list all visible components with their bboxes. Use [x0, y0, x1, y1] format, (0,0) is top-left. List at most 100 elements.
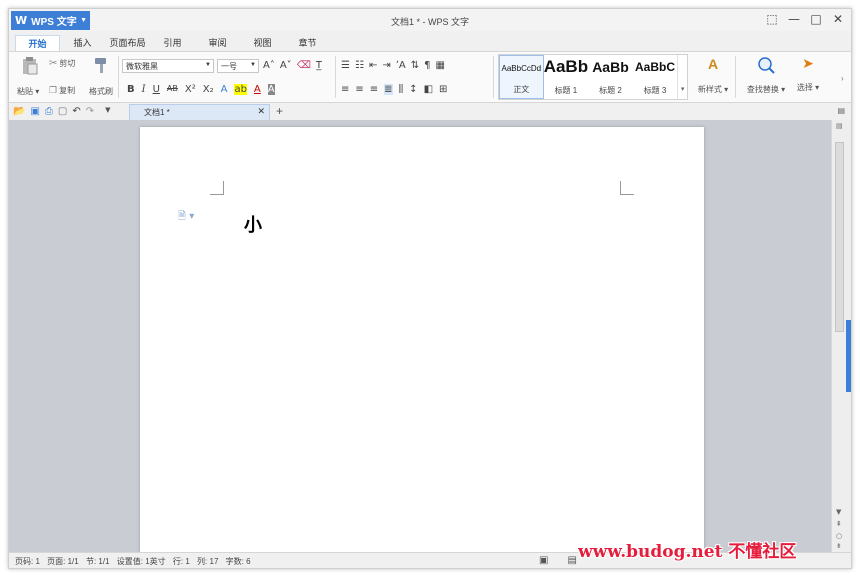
- prev-page-icon[interactable]: ⇞: [836, 520, 842, 528]
- document-workspace: 🗎 ▾ 小: [9, 120, 831, 552]
- document-page[interactable]: 🗎 ▾ 小: [140, 127, 704, 552]
- ribbon: 粘贴 ▾ ✂ 剪切 ❐ 复制 格式刷 微软雅黑 ▼ 一号 ▼ A˄ A˅ ⌫ T…: [9, 51, 851, 103]
- page-view-icon[interactable]: ▤: [567, 555, 576, 566]
- divider: [118, 56, 119, 98]
- document-tab[interactable]: 文档1 * ✕: [129, 104, 270, 120]
- restore-ribbon-icon[interactable]: ⬚: [765, 12, 779, 26]
- tab-page-layout[interactable]: 页面布局: [105, 35, 150, 51]
- scrollbar-thumb[interactable]: [835, 142, 844, 332]
- decrease-indent-icon[interactable]: ⇤: [369, 60, 377, 71]
- tab-view[interactable]: 视图: [240, 35, 285, 51]
- paste-icon[interactable]: [21, 56, 39, 76]
- close-tab-icon[interactable]: ✕: [257, 106, 265, 117]
- style-heading-3[interactable]: AaBbC 标题 3: [633, 55, 678, 99]
- font-name-select[interactable]: 微软雅黑 ▼: [122, 59, 214, 73]
- table-icon[interactable]: ▦: [436, 60, 445, 71]
- print-preview-icon[interactable]: ▢: [58, 106, 67, 117]
- full-screen-icon[interactable]: ▣: [539, 555, 548, 566]
- tab-home[interactable]: 开始: [15, 35, 60, 51]
- view-switcher: ▣ ▤: [539, 555, 582, 566]
- align-right-icon[interactable]: ≡: [370, 84, 378, 95]
- divider: [335, 56, 336, 98]
- show-marks-icon[interactable]: ¶: [424, 60, 430, 71]
- new-tab-icon[interactable]: +: [276, 104, 283, 118]
- tab-chapter[interactable]: 章节: [285, 35, 330, 51]
- scroll-down-icon[interactable]: ▼: [836, 508, 841, 516]
- window-title: 文档1 * - WPS 文字: [390, 17, 469, 27]
- redo-icon[interactable]: ↷: [86, 106, 94, 117]
- format-painter-icon[interactable]: [93, 56, 109, 76]
- copy-button[interactable]: ❐ 复制: [49, 85, 75, 96]
- line-spacing-icon[interactable]: ↕: [409, 84, 417, 95]
- superscript-icon[interactable]: X²: [185, 84, 196, 95]
- chevron-down-icon: ▼: [250, 62, 256, 68]
- tab-references[interactable]: 引用: [150, 35, 195, 51]
- status-setting: 设置值: 1英寸: [116, 557, 166, 566]
- format-painter-button[interactable]: 格式刷: [89, 86, 113, 97]
- undo-icon[interactable]: ↶: [72, 106, 80, 117]
- paragraph-tools-row: ☰ ☷ ⇤ ⇥ ʼA ⇅ ¶ ▦: [341, 60, 445, 71]
- bullet-list-icon[interactable]: ☰: [341, 60, 350, 71]
- styles-more-button[interactable]: ▾: [677, 55, 687, 99]
- customize-toolbar-icon[interactable]: ▼: [105, 106, 110, 117]
- document-text[interactable]: 小: [244, 211, 262, 237]
- shrink-font-icon[interactable]: A˅: [280, 60, 292, 71]
- scroll-options-icon[interactable]: ▤: [836, 122, 843, 130]
- text-effect-icon[interactable]: A: [221, 84, 228, 95]
- style-heading-2[interactable]: AaBb 标题 2: [588, 55, 633, 99]
- window-controls: ⬚ — □ ✕: [765, 12, 845, 26]
- cut-button[interactable]: ✂ 剪切: [49, 58, 75, 69]
- vertical-scrollbar[interactable]: ▤ ▼ ⇞ ○ ⇟: [831, 120, 851, 552]
- close-icon[interactable]: ✕: [831, 12, 845, 26]
- find-replace-button[interactable]: 查找替换 ▾: [743, 56, 789, 95]
- change-case-icon[interactable]: ʼA: [396, 60, 406, 71]
- status-word-count[interactable]: 字数: 6: [226, 557, 251, 566]
- increase-indent-icon[interactable]: ⇥: [382, 60, 390, 71]
- phonetic-icon[interactable]: T̲: [316, 60, 322, 71]
- status-pages: 页面: 1/1: [47, 557, 79, 566]
- scissors-icon: ✂: [49, 58, 58, 69]
- side-panel-tab[interactable]: [846, 320, 851, 392]
- style-heading-1[interactable]: AaBb 标题 1: [544, 55, 589, 99]
- numbered-list-icon[interactable]: ☷: [355, 60, 364, 71]
- paragraph-handle-icon[interactable]: 🗎 ▾: [178, 209, 194, 226]
- underline-icon[interactable]: U: [153, 84, 160, 95]
- shading-icon[interactable]: ◧: [424, 84, 433, 95]
- ribbon-scroll-right-icon[interactable]: ›: [841, 74, 844, 83]
- distribute-icon[interactable]: ⫼: [399, 84, 404, 95]
- find-replace-icon: [743, 56, 789, 76]
- cursor-arrow-icon: ➤: [802, 56, 814, 72]
- clear-format-icon[interactable]: ⌫: [297, 60, 311, 71]
- print-icon[interactable]: ⎙: [45, 106, 53, 117]
- justify-icon[interactable]: ≣: [384, 84, 393, 95]
- grow-font-icon[interactable]: A˄: [263, 60, 275, 71]
- quick-access-icons: 📂 ▣ ⎙ ▢ ↶ ↷ ▼: [13, 106, 111, 117]
- sort-icon[interactable]: ⇅: [411, 60, 419, 71]
- subscript-icon[interactable]: X₂: [203, 84, 214, 95]
- minimize-icon[interactable]: —: [787, 12, 801, 26]
- font-size-select[interactable]: 一号 ▼: [217, 59, 259, 73]
- highlight-icon[interactable]: ab: [234, 84, 247, 95]
- open-folder-icon[interactable]: 📂: [13, 106, 25, 117]
- status-column: 列: 17: [197, 557, 219, 566]
- align-left-icon[interactable]: ≡: [341, 84, 349, 95]
- quick-access-bar: 📂 ▣ ⎙ ▢ ↶ ↷ ▼ 文档1 * ✕ + ▤: [9, 104, 851, 120]
- style-normal[interactable]: AaBbCcDd 正文: [499, 55, 544, 99]
- new-style-button[interactable]: A 新样式 ▾: [695, 56, 731, 95]
- chevron-down-icon: ▼: [205, 62, 211, 68]
- tab-insert[interactable]: 插入: [60, 35, 105, 51]
- bold-icon[interactable]: B: [127, 84, 135, 95]
- ribbon-collapse-icon[interactable]: ▤: [837, 106, 845, 115]
- char-shading-icon[interactable]: A: [267, 84, 275, 95]
- borders-icon[interactable]: ⊞: [439, 84, 447, 95]
- menu-tabs: 开始 插入 页面布局 引用 审阅 视图 章节: [15, 35, 330, 51]
- align-center-icon[interactable]: ≡: [355, 84, 363, 95]
- tab-review[interactable]: 审阅: [195, 35, 240, 51]
- strikethrough-icon[interactable]: AB: [167, 84, 178, 95]
- font-color-icon[interactable]: A: [254, 84, 261, 95]
- save-icon[interactable]: ▣: [30, 106, 39, 117]
- maximize-icon[interactable]: □: [809, 12, 823, 26]
- paste-button[interactable]: 粘贴 ▾: [17, 86, 39, 97]
- select-button[interactable]: ➤ 选择 ▾: [793, 56, 823, 93]
- italic-icon[interactable]: I: [142, 84, 146, 95]
